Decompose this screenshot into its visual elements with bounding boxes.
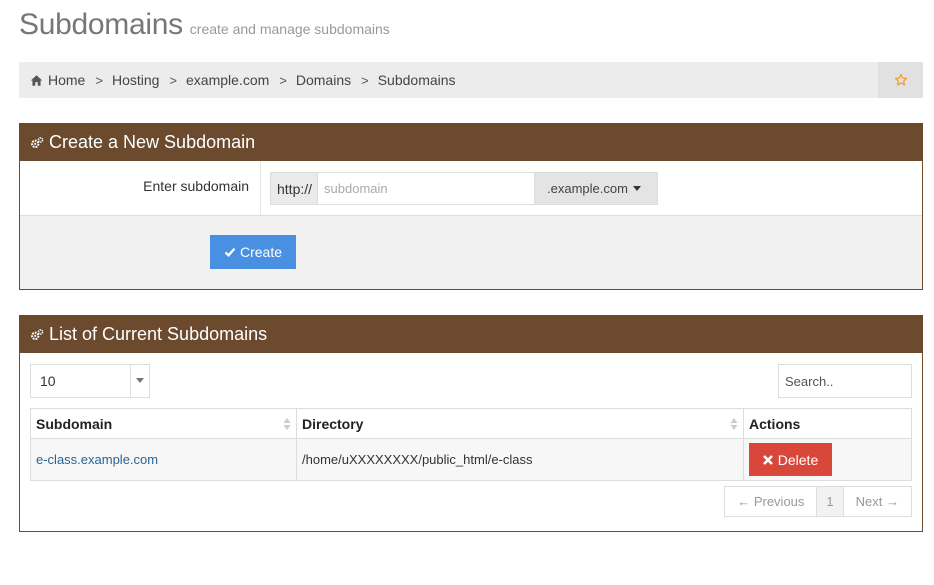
- create-button-label: Create: [239, 244, 283, 260]
- subdomain-label: Enter subdomain: [143, 178, 249, 194]
- breadcrumb-item-home[interactable]: Home: [30, 72, 85, 88]
- caret-down-icon: [632, 186, 641, 191]
- column-header-subdomain[interactable]: Subdomain: [30, 408, 297, 439]
- breadcrumb-separator: >: [169, 72, 178, 88]
- page-subtitle: create and manage subdomains: [189, 21, 390, 37]
- breadcrumb-item-subdomains: Subdomains: [377, 72, 456, 88]
- page-length-value: 10: [40, 373, 56, 389]
- gears-icon: [31, 328, 44, 340]
- delete-button[interactable]: Delete: [749, 443, 832, 476]
- subdomain-cell: e-class.example.com: [30, 438, 297, 481]
- pagination: ← Previous 1 Next →: [724, 486, 912, 517]
- current-page-button[interactable]: 1: [816, 486, 844, 517]
- list-body: 10 Subdomain Directory Actio: [20, 353, 922, 531]
- column-label: Subdomain: [36, 415, 113, 432]
- check-icon: [224, 247, 236, 258]
- caret-down-icon: [130, 365, 149, 397]
- subdomain-list-panel: List of Current Subdomains 10 Subdomain …: [19, 315, 923, 532]
- times-icon: [762, 454, 773, 465]
- domain-dropdown[interactable]: .example.com: [535, 172, 659, 205]
- table-header-row: Subdomain Directory Actions: [30, 408, 912, 439]
- favorite-button[interactable]: [878, 62, 923, 98]
- breadcrumb-item-domains[interactable]: Domains: [296, 72, 351, 88]
- page-length-select[interactable]: 10: [30, 364, 150, 398]
- breadcrumb-label: Home: [48, 72, 86, 88]
- page-title: Subdomains: [19, 8, 183, 41]
- form-footer: Create: [20, 216, 922, 289]
- panel-heading: Create a New Subdomain: [20, 124, 922, 161]
- breadcrumb: Home > Hosting > example.com > Domains >…: [30, 62, 456, 98]
- page-header: Subdomains create and manage subdomains: [19, 8, 390, 48]
- protocol-prefix: http://: [270, 172, 318, 205]
- search-input[interactable]: [778, 364, 912, 398]
- column-header-actions: Actions: [743, 408, 912, 439]
- sort-icon: [730, 418, 738, 430]
- directory-cell: /home/uXXXXXXXX/public_html/e-class: [296, 438, 744, 481]
- home-icon: [30, 74, 43, 86]
- breadcrumb-separator: >: [279, 72, 287, 88]
- panel-title: List of Current Subdomains: [49, 324, 268, 344]
- subdomain-input-group: http:// .example.com: [270, 172, 659, 205]
- gears-icon: [31, 136, 44, 148]
- panel-heading: List of Current Subdomains: [20, 316, 922, 353]
- sort-icon: [283, 418, 291, 430]
- divider: [260, 161, 261, 215]
- actions-cell: Delete: [743, 438, 912, 481]
- star-icon: [894, 73, 907, 86]
- next-page-button[interactable]: Next →: [842, 486, 912, 517]
- subdomains-table: Subdomain Directory Actions e-class.exam: [30, 408, 912, 481]
- create-button[interactable]: Create: [210, 235, 296, 269]
- subdomain-link[interactable]: e-class.example.com: [36, 452, 158, 467]
- breadcrumb-separator: >: [95, 72, 103, 88]
- breadcrumb-bar: Home > Hosting > example.com > Domains >…: [19, 62, 923, 98]
- create-subdomain-panel: Create a New Subdomain Enter subdomain h…: [19, 123, 923, 290]
- table-row: e-class.example.com /home/uXXXXXXXX/publ…: [30, 438, 912, 481]
- subdomain-input[interactable]: [317, 172, 536, 205]
- breadcrumb-item-hosting[interactable]: Hosting: [112, 72, 159, 88]
- column-label: Actions: [749, 415, 801, 432]
- column-header-directory[interactable]: Directory: [296, 408, 744, 439]
- subdomain-form-row: Enter subdomain http:// .example.com: [20, 161, 922, 216]
- domain-dropdown-value: .example.com: [547, 181, 628, 196]
- previous-page-button[interactable]: ← Previous: [724, 486, 818, 517]
- breadcrumb-item-domain[interactable]: example.com: [186, 72, 269, 88]
- panel-title: Create a New Subdomain: [49, 132, 256, 152]
- delete-button-label: Delete: [777, 451, 819, 468]
- breadcrumb-separator: >: [361, 72, 369, 88]
- column-label: Directory: [302, 415, 364, 432]
